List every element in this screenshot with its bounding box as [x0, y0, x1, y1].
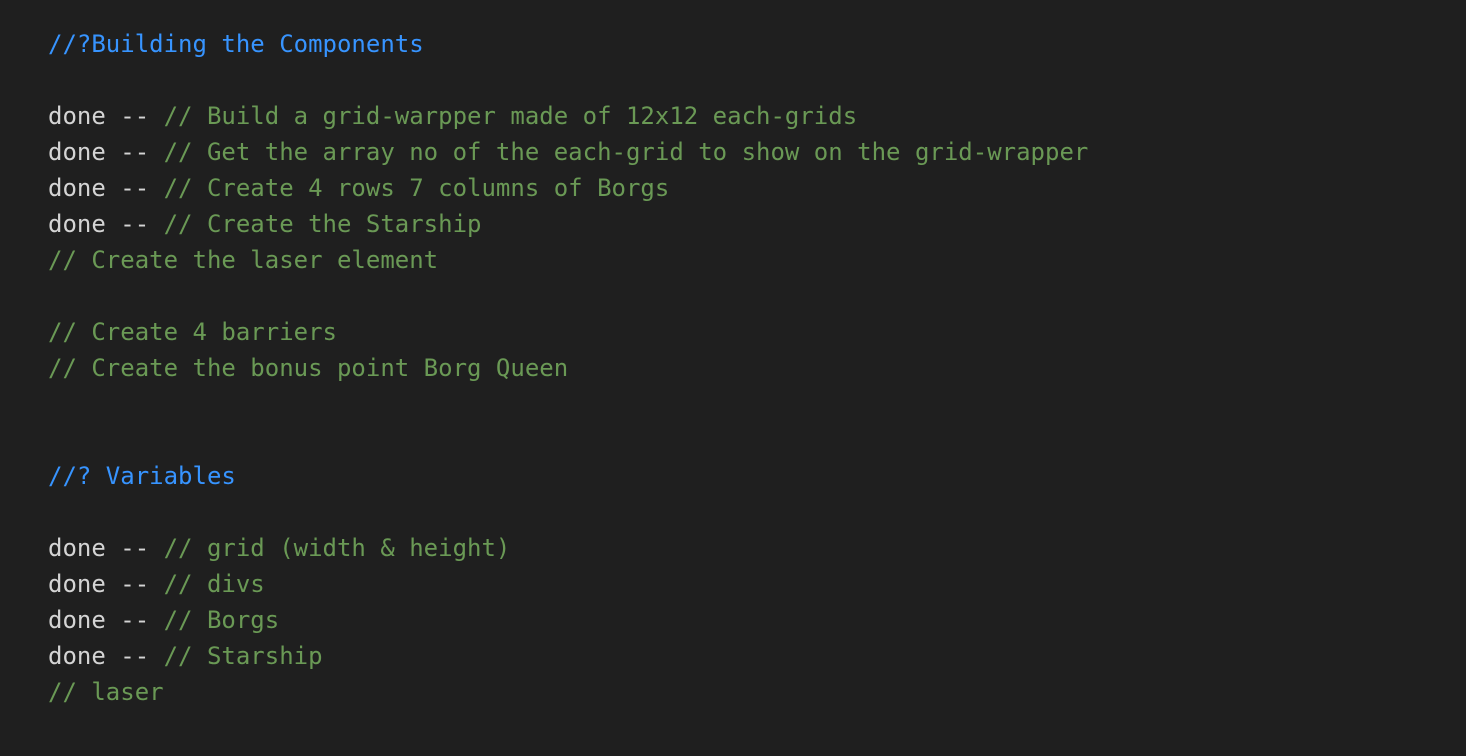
- code-line-18: done -- // Starship: [48, 638, 1466, 674]
- section-heading-comment: //?Building the Components: [48, 30, 424, 58]
- code-line-10: // Create the bonus point Borg Queen: [48, 350, 1466, 386]
- code-line-3: done -- // Build a grid-warpper made of …: [48, 98, 1466, 134]
- code-line-5: done -- // Create 4 rows 7 columns of Bo…: [48, 170, 1466, 206]
- comment-text: // laser: [48, 678, 164, 706]
- comment-text: // divs: [163, 570, 265, 598]
- comment-text: // Borgs: [163, 606, 280, 634]
- code-line-13: //? Variables: [48, 458, 1466, 494]
- code-editor[interactable]: //?Building the Components done -- // Bu…: [0, 0, 1466, 756]
- comment-text: // Create the Starship: [163, 210, 482, 238]
- code-line-7: // Create the laser element: [48, 242, 1466, 278]
- done-marker: done --: [48, 174, 164, 202]
- comment-text: // Build a grid-warpper made of 12x12 ea…: [163, 102, 858, 130]
- done-marker: done --: [48, 210, 164, 238]
- done-marker: done --: [48, 570, 164, 598]
- code-line-4: done -- // Get the array no of the each-…: [48, 134, 1466, 170]
- comment-text: // Starship: [163, 642, 323, 670]
- code-line-9: // Create 4 barriers: [48, 314, 1466, 350]
- done-marker: done --: [48, 102, 164, 130]
- comment-text: // Create the bonus point Borg Queen: [48, 354, 569, 382]
- code-line-15: done -- // grid (width & height): [48, 530, 1466, 566]
- code-line-1: //?Building the Components: [48, 26, 1466, 62]
- code-line-17: done -- // Borgs: [48, 602, 1466, 638]
- done-marker: done --: [48, 606, 164, 634]
- comment-text: // Create 4 barriers: [48, 318, 337, 346]
- code-line-19: // laser: [48, 674, 1466, 710]
- done-marker: done --: [48, 138, 164, 166]
- comment-text: // Create 4 rows 7 columns of Borgs: [163, 174, 670, 202]
- comment-text: // Create the laser element: [48, 246, 439, 274]
- done-marker: done --: [48, 642, 164, 670]
- comment-text: // Get the array no of the each-grid to …: [163, 138, 1089, 166]
- code-line-16: done -- // divs: [48, 566, 1466, 602]
- code-line-6: done -- // Create the Starship: [48, 206, 1466, 242]
- comment-text: // grid (width & height): [163, 534, 511, 562]
- section-heading-comment: //? Variables: [48, 462, 236, 490]
- done-marker: done --: [48, 534, 164, 562]
